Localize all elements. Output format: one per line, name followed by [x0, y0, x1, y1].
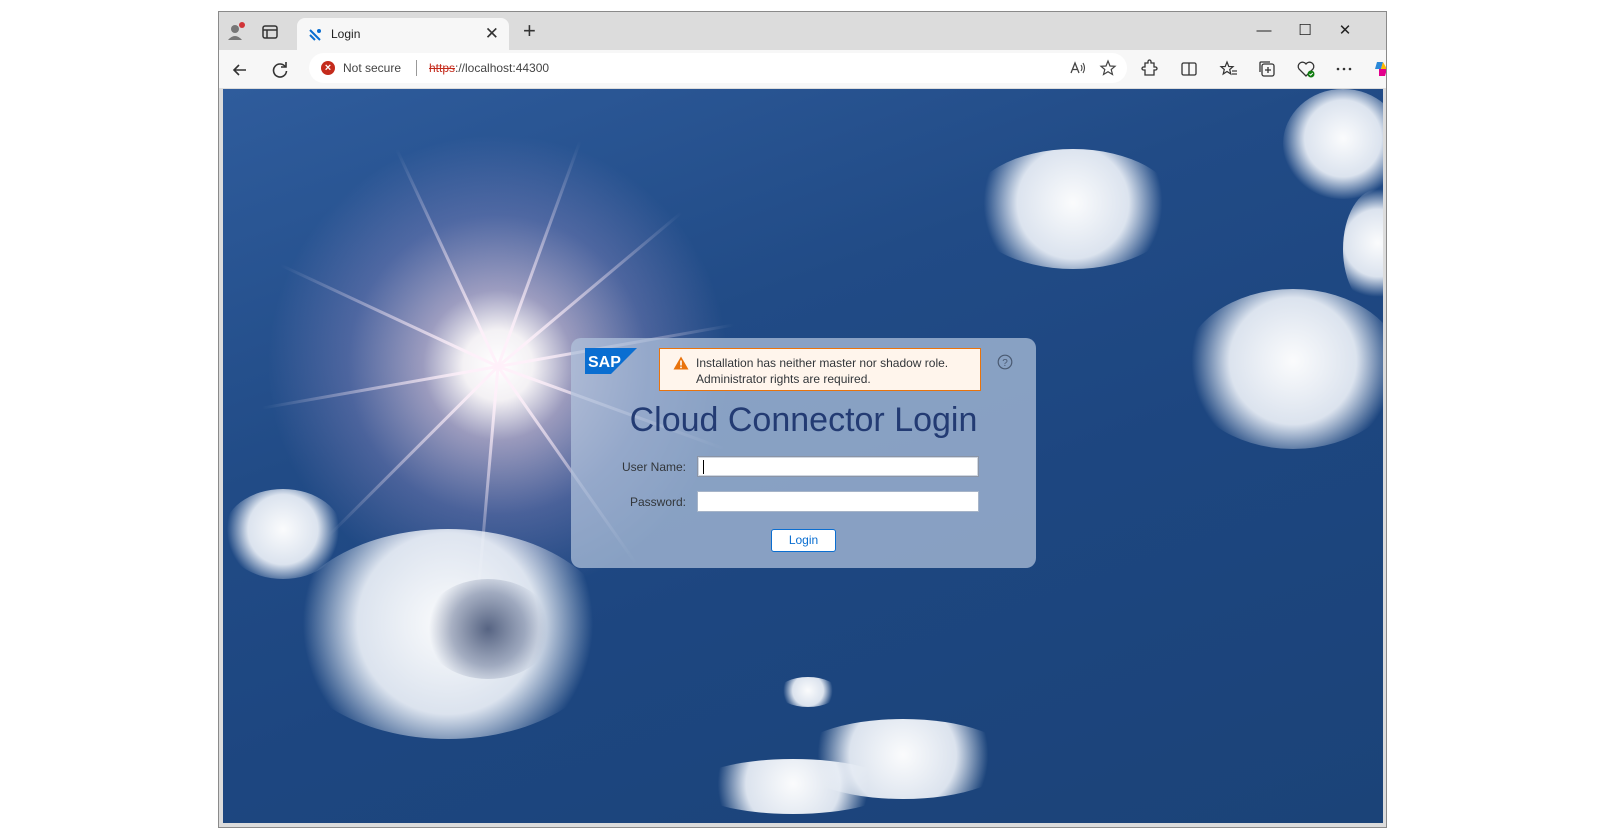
warning-line-1: Installation has neither master nor shad… — [696, 356, 949, 370]
login-panel: SAP Installation has neither master nor … — [571, 338, 1036, 568]
more-options-icon[interactable] — [1334, 59, 1354, 79]
address-bar[interactable]: × Not secure https://localhost:44300 — [309, 53, 1127, 83]
page-title: Cloud Connector Login — [629, 401, 978, 439]
copilot-icon[interactable] — [1371, 59, 1387, 79]
sap-favicon-icon — [309, 29, 321, 41]
collections-icon[interactable] — [1257, 59, 1277, 79]
read-aloud-icon[interactable] — [1069, 59, 1087, 77]
password-label: Password: — [629, 495, 686, 509]
new-tab-button[interactable]: + — [523, 19, 536, 43]
warning-line-2: Administrator rights are required. — [696, 372, 871, 386]
tab-bar: Login ✕ + — ☐ ✕ — [219, 12, 1386, 51]
cloud — [778, 677, 838, 707]
cloud — [1183, 289, 1383, 449]
tab-login[interactable]: Login ✕ — [297, 18, 509, 51]
warning-icon — [673, 356, 689, 370]
security-label[interactable]: Not secure — [343, 61, 401, 75]
tab-close-icon[interactable]: ✕ — [485, 24, 499, 44]
address-divider — [416, 60, 417, 76]
refresh-icon[interactable] — [269, 59, 291, 81]
sap-logo: SAP — [585, 348, 637, 374]
password-input[interactable] — [697, 491, 979, 512]
url-scheme: https — [429, 61, 456, 75]
browser-essentials-icon[interactable] — [1296, 59, 1316, 79]
profile-icon[interactable] — [225, 21, 247, 43]
url-text[interactable]: https://localhost:44300 — [429, 61, 549, 75]
cloud — [1343, 189, 1383, 309]
split-screen-icon[interactable] — [1179, 59, 1199, 79]
username-label: User Name: — [621, 460, 686, 474]
text-caret — [703, 460, 704, 474]
not-secure-icon: × — [321, 61, 335, 75]
cloud — [1283, 89, 1383, 199]
svg-text:SAP: SAP — [588, 354, 621, 371]
favorites-icon[interactable] — [1219, 59, 1239, 79]
svg-text:?: ? — [1002, 358, 1008, 369]
username-input[interactable] — [697, 456, 979, 477]
maximize-button[interactable]: ☐ — [1285, 18, 1325, 44]
tab-title: Login — [331, 27, 361, 41]
close-window-button[interactable]: ✕ — [1325, 18, 1365, 44]
login-button[interactable]: Login — [771, 529, 836, 552]
cloud — [968, 149, 1178, 269]
cloud — [793, 719, 1013, 799]
warning-message-strip: Installation has neither master nor shad… — [659, 348, 981, 391]
warning-text: Installation has neither master nor shad… — [696, 355, 948, 387]
favorite-star-icon[interactable] — [1099, 59, 1117, 77]
extensions-icon[interactable] — [1139, 59, 1159, 79]
back-icon[interactable] — [229, 59, 251, 81]
url-host: ://localhost:44300 — [455, 61, 550, 75]
sun-ray — [395, 148, 500, 368]
cloud-shadow — [423, 579, 553, 679]
sun-ray — [279, 263, 499, 368]
help-icon[interactable]: ? — [997, 354, 1013, 370]
minimize-button[interactable]: — — [1244, 18, 1284, 44]
tab-actions-icon[interactable] — [259, 21, 281, 43]
toolbar: × Not secure https://localhost:44300 — [219, 50, 1386, 88]
